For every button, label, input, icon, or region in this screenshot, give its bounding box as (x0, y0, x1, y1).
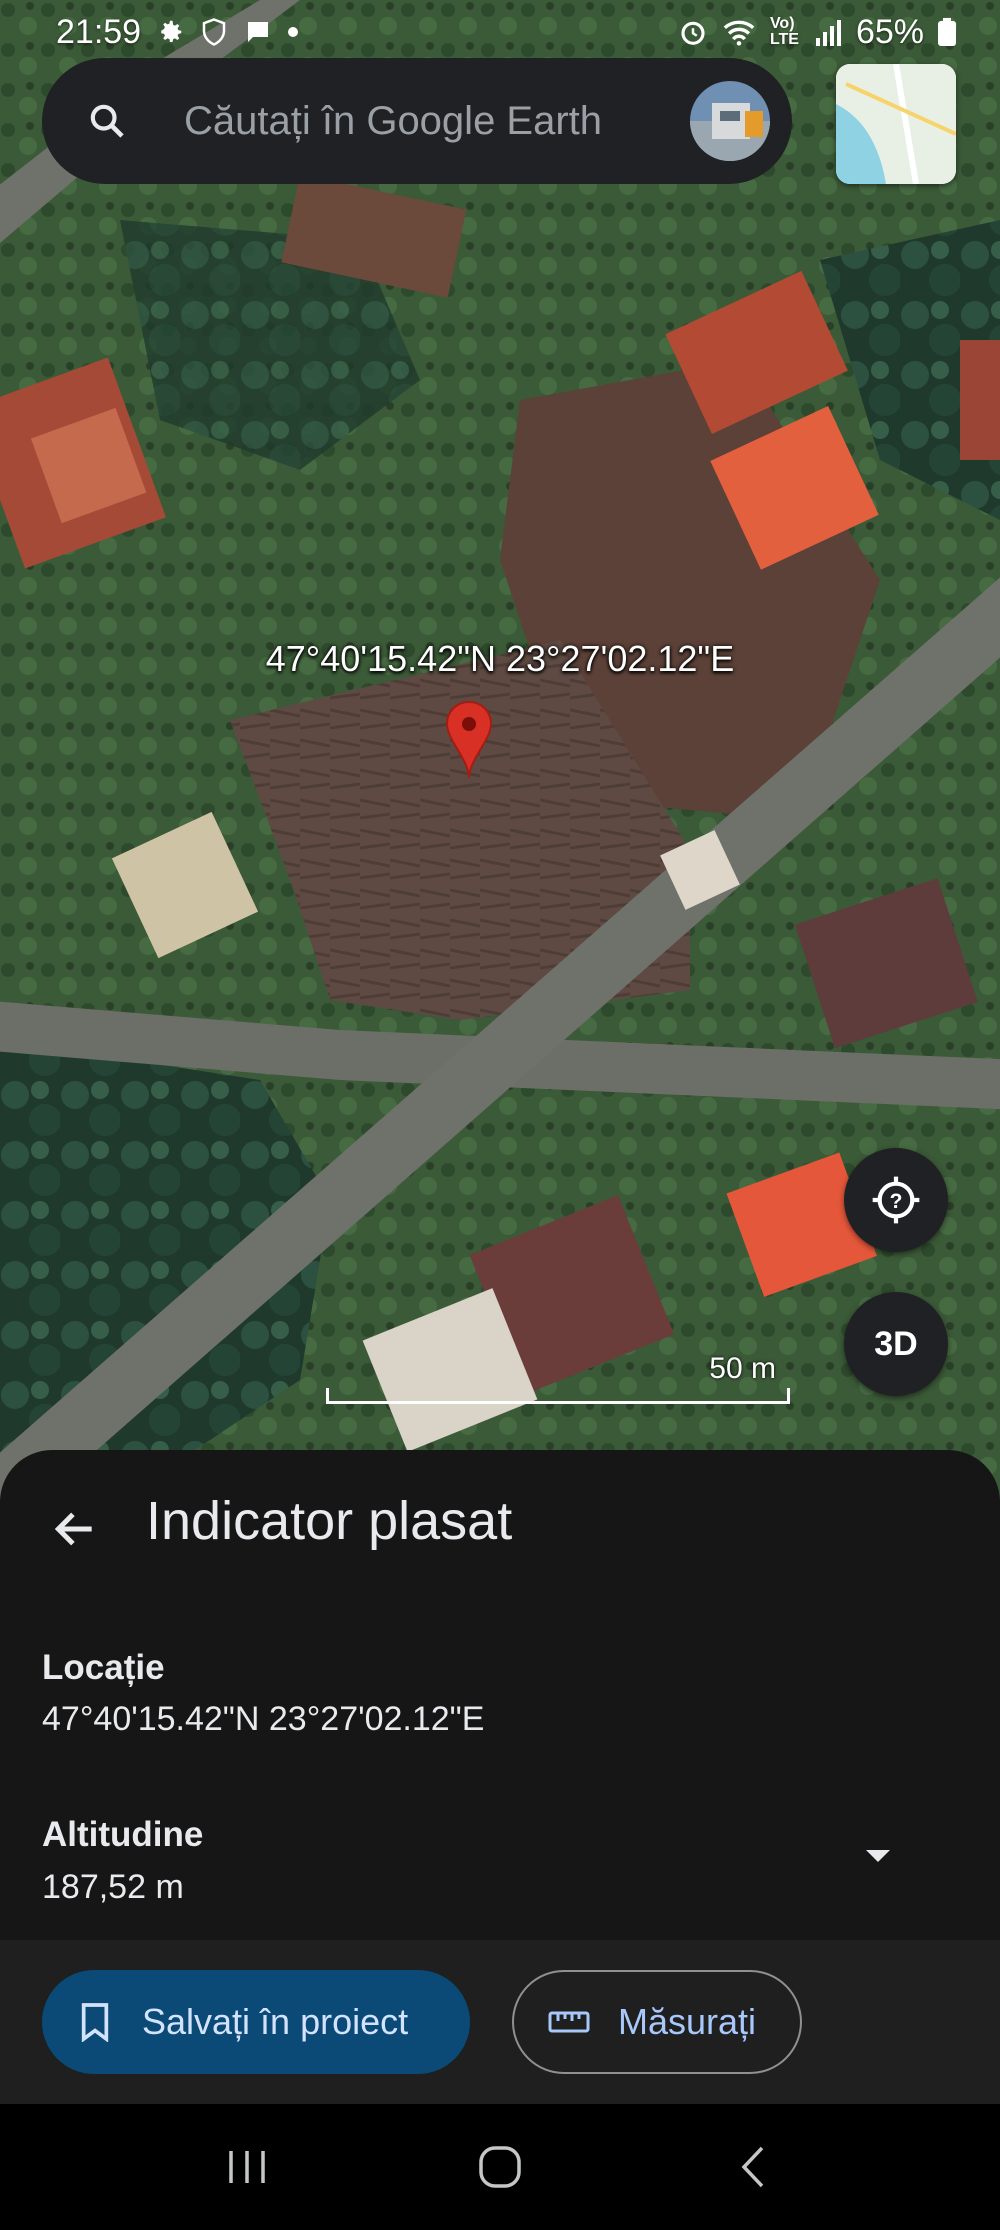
map-thumbnail-icon (836, 64, 956, 184)
measure-button[interactable]: Măsurați (512, 1970, 802, 2074)
my-location-button[interactable]: ? (844, 1148, 948, 1252)
location-pin-icon[interactable] (444, 700, 494, 780)
measure-label: Măsurați (618, 2001, 757, 2042)
chat-bubble-icon (243, 17, 273, 47)
map-layers-button[interactable] (836, 64, 956, 184)
svg-text:?: ? (890, 1190, 903, 1213)
save-label: Salvați în proiect (142, 2001, 409, 2042)
home-icon[interactable] (460, 2127, 540, 2207)
bt-pay-shield-icon (199, 17, 229, 47)
ruler-icon (548, 2011, 590, 2033)
status-bar: 21:59 Vo) LTE 65% (0, 0, 1000, 64)
satellite-imagery (0, 0, 1000, 1500)
back-icon[interactable] (713, 2127, 793, 2207)
pin-coordinates-label: 47°40'15.42"N 23°27'02.12"E (265, 638, 735, 679)
toggle-3d-button[interactable]: 3D (844, 1292, 948, 1396)
search-icon[interactable] (82, 96, 132, 146)
location-value: 47°40'15.42"N 23°27'02.12"E (42, 1700, 485, 1738)
volte-indicator: Vo) LTE (769, 15, 799, 48)
scale-line (326, 1388, 790, 1404)
battery-icon (938, 18, 956, 46)
arrow-left-icon (54, 1512, 92, 1546)
scale-label: 50 m (709, 1352, 776, 1385)
account-avatar[interactable] (690, 81, 770, 161)
search-input[interactable]: Căutați în Google Earth (184, 99, 690, 144)
battery-percent: 65% (855, 12, 924, 51)
system-nav-bar (0, 2104, 1000, 2230)
alarm-icon (678, 17, 708, 47)
search-bar[interactable]: Căutați în Google Earth (42, 58, 792, 184)
location-target-icon: ? (872, 1176, 920, 1224)
sheet-title: Indicator plasat (146, 1491, 513, 1551)
notification-dot-icon (287, 26, 299, 38)
save-to-project-button[interactable]: Salvați în proiect (42, 1970, 470, 2074)
scale-bar: 50 m (326, 1340, 790, 1404)
satellite-map[interactable]: 21:59 Vo) LTE 65% Căutați în Google Eart… (0, 0, 1000, 1500)
expand-chevron-icon[interactable] (858, 1840, 898, 1870)
back-arrow-button[interactable] (40, 1494, 110, 1564)
recents-icon[interactable] (207, 2127, 287, 2207)
altitude-value: 187,52 m (42, 1868, 184, 1906)
wifi-icon (722, 17, 756, 47)
bookmark-icon (81, 2003, 109, 2042)
altitude-label: Altitudine (42, 1815, 204, 1854)
clock: 21:59 (56, 12, 142, 51)
location-label: Locație (42, 1648, 165, 1687)
signal-icon (815, 18, 842, 46)
settings-gear-icon (155, 17, 185, 47)
